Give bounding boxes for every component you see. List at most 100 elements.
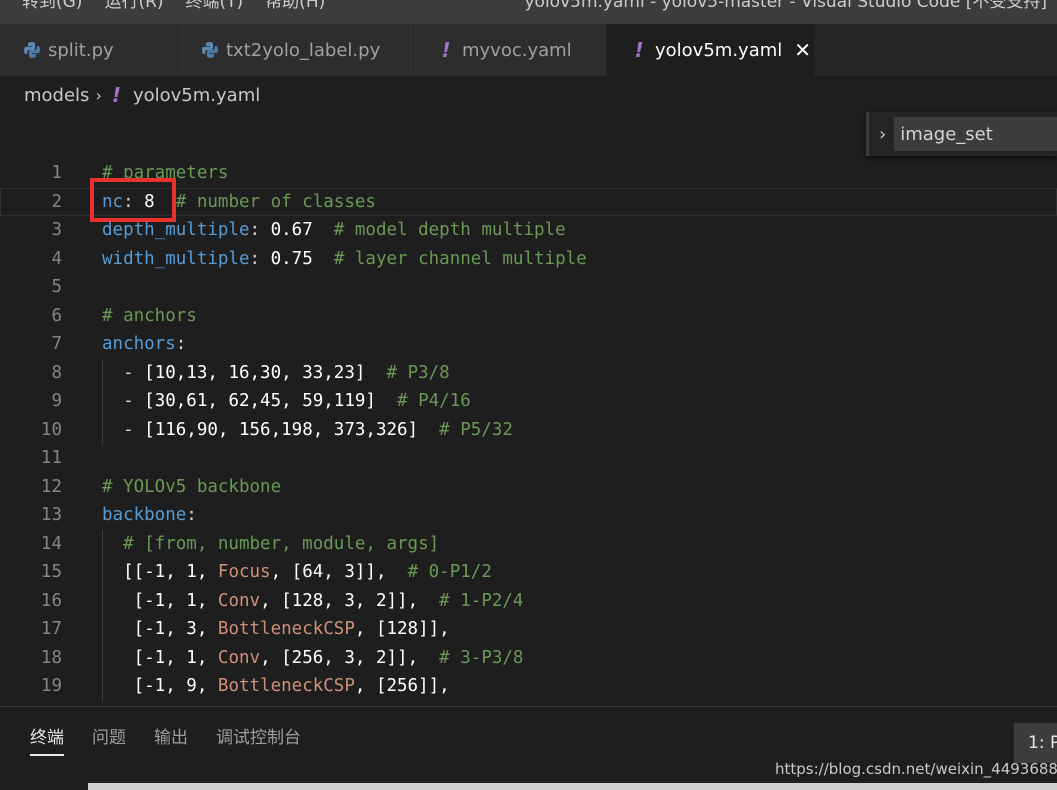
line-number: 7 <box>51 334 62 354</box>
code-line[interactable]: 17 [-1, 3, BottleneckCSP, [128]], <box>0 615 1057 644</box>
code-token: # YOLOv5 backbone <box>102 476 282 497</box>
code-token: [[-1, 1, <box>102 562 218 582</box>
panel-tab[interactable]: 终端 <box>30 723 64 756</box>
code-token: depth_multiple <box>102 220 250 240</box>
code-line[interactable]: 16 [-1, 1, Conv, [128, 3, 2]], # 1-P2/4 <box>0 586 1057 616</box>
expand-replace-chevron-icon[interactable]: › <box>879 124 886 145</box>
code-text: [-1, 9, BottleneckCSP, [256]], <box>102 672 450 701</box>
menu-item[interactable]: 帮助(H) <box>265 0 325 14</box>
menu-item[interactable]: 运行(R) <box>104 0 163 14</box>
indent-guide <box>102 558 103 587</box>
code-token: # P3/8 <box>365 362 450 383</box>
line-number: 5 <box>51 277 62 297</box>
code-line[interactable]: 6 # anchors <box>0 302 1057 331</box>
line-number: 11 <box>40 448 62 468</box>
code-token: : <box>249 248 271 269</box>
tab-myvoc-yaml[interactable]: ! myvoc.yaml <box>414 24 607 76</box>
code-token: backbone <box>102 505 187 525</box>
code-token: : <box>249 220 271 240</box>
code-token: # P4/16 <box>375 391 471 411</box>
code-token: : <box>175 334 187 354</box>
code-line[interactable]: 5 <box>0 273 1057 302</box>
menu-item[interactable]: 转到(G) <box>22 0 82 14</box>
python-icon <box>200 41 220 59</box>
indent-guide <box>102 643 103 672</box>
annotation-highlight-box <box>90 178 176 222</box>
line-number: 12 <box>40 476 62 497</box>
line-number: 4 <box>51 248 62 269</box>
code-editor[interactable]: 1 # parameters 2 nc: 8 # number of classes 3… <box>0 158 1057 706</box>
code-line[interactable]: 19 [-1, 9, BottleneckCSP, [256]], <box>0 672 1057 701</box>
code-token: BottleneckCSP <box>217 619 355 639</box>
breadcrumb-folder[interactable]: models <box>24 85 89 106</box>
code-token: width_multiple <box>102 248 250 269</box>
breadcrumb-file[interactable]: yolov5m.yaml <box>133 85 260 106</box>
line-number: 1 <box>51 163 62 183</box>
code-text: - [10,13, 16,30, 33,23] # P3/8 <box>102 359 450 388</box>
tab-split-py[interactable]: split.py <box>0 24 178 76</box>
panel-tab[interactable]: 输出 <box>154 723 188 756</box>
code-text: - [116,90, 156,198, 373,326] # P5/32 <box>102 416 513 445</box>
tab-txt2yolo-label-py[interactable]: txt2yolo_label.py <box>178 24 414 76</box>
code-line[interactable]: 9 - [30,61, 62,45, 59,119] # P4/16 <box>0 387 1057 416</box>
code-line[interactable]: 4 width_multiple: 0.75 # layer channel mu… <box>0 245 1057 274</box>
code-line[interactable]: 12 # YOLOv5 backbone <box>0 473 1057 502</box>
code-token: # anchors <box>102 305 197 326</box>
code-line[interactable]: 14 # [from, number, module, args] <box>0 529 1057 558</box>
code-line[interactable]: 7 anchors: <box>0 330 1057 359</box>
menu-item[interactable]: 终端(T) <box>186 0 244 14</box>
line-number: 10 <box>40 419 62 440</box>
code-token: Conv <box>217 647 261 668</box>
code-token: : <box>186 505 197 525</box>
code-text: - [30,61, 62,45, 59,119] # P4/16 <box>102 387 471 416</box>
close-icon[interactable]: ✕ <box>794 38 811 62</box>
code-token: - <box>102 419 145 440</box>
indent-guide <box>102 529 103 558</box>
code-token: # 3-P3/8 <box>418 647 524 668</box>
code-token: anchors <box>102 334 176 354</box>
panel-tab[interactable]: 问题 <box>92 723 126 756</box>
code-line[interactable]: 8 - [10,13, 16,30, 33,23] # P3/8 <box>0 358 1057 388</box>
code-line[interactable]: 18 [-1, 1, Conv, [256, 3, 2]], # 3-P3/8 <box>0 643 1057 672</box>
code-token: 0.75 <box>270 248 313 269</box>
indent-guide <box>102 387 103 416</box>
code-line[interactable]: 13 backbone: <box>0 501 1057 530</box>
code-token: Conv <box>217 590 261 611</box>
code-token: # 0-P1/2 <box>386 562 492 582</box>
code-token: # number of classes <box>154 191 376 212</box>
tab-label: yolov5m.yaml <box>655 39 783 61</box>
yaml-icon: ! <box>111 83 121 107</box>
panel-tab[interactable]: 调试控制台 <box>216 723 301 756</box>
terminal-select[interactable]: 1: P <box>1014 723 1057 763</box>
line-number: 16 <box>40 590 62 611</box>
tab-label: split.py <box>48 39 114 61</box>
code-text: [-1, 1, Conv, [128, 3, 2]], # 1-P2/4 <box>102 587 524 616</box>
code-text: width_multiple: 0.75 # layer channel mul… <box>102 245 587 274</box>
find-input[interactable]: image_set <box>894 117 1057 151</box>
code-line[interactable]: 10 - [116,90, 156,198, 373,326] # P5/32 <box>0 415 1057 445</box>
code-text: [[-1, 1, Focus, [64, 3]], # 0-P1/2 <box>102 558 492 587</box>
line-number: 18 <box>40 647 62 668</box>
line-number: 19 <box>40 676 62 696</box>
code-line[interactable]: 11 <box>0 444 1057 473</box>
indent-guide <box>102 615 103 644</box>
code-line[interactable]: 15 [[-1, 1, Focus, [64, 3]], # 0-P1/2 <box>0 558 1057 587</box>
code-token: [-1, 1, <box>102 647 218 668</box>
tab-yolov5m-yaml[interactable]: ! yolov5m.yaml ✕ <box>607 24 815 76</box>
code-token: # model depth multiple <box>312 220 566 240</box>
code-token: [10,13, 16,30, 33,23] <box>144 362 366 383</box>
indent-guide <box>102 358 103 387</box>
tab-label: txt2yolo_label.py <box>226 39 381 61</box>
code-token: - <box>102 391 145 411</box>
line-number: 2 <box>51 191 62 212</box>
code-token: , [256]], <box>354 676 450 696</box>
code-text: backbone: <box>102 501 197 530</box>
code-token: 0.67 <box>270 220 313 240</box>
code-text: anchors: <box>102 330 186 359</box>
editor-tabs: split.py txt2yolo_label.py! myvoc.yaml! yol… <box>0 24 1057 76</box>
line-number: 8 <box>51 362 62 383</box>
code-token: - <box>102 362 145 383</box>
line-number: 14 <box>40 533 62 554</box>
window-title: yolov5m.yaml - yolov5-master - Visual St… <box>524 0 1047 12</box>
code-token: [-1, 1, <box>102 590 218 611</box>
